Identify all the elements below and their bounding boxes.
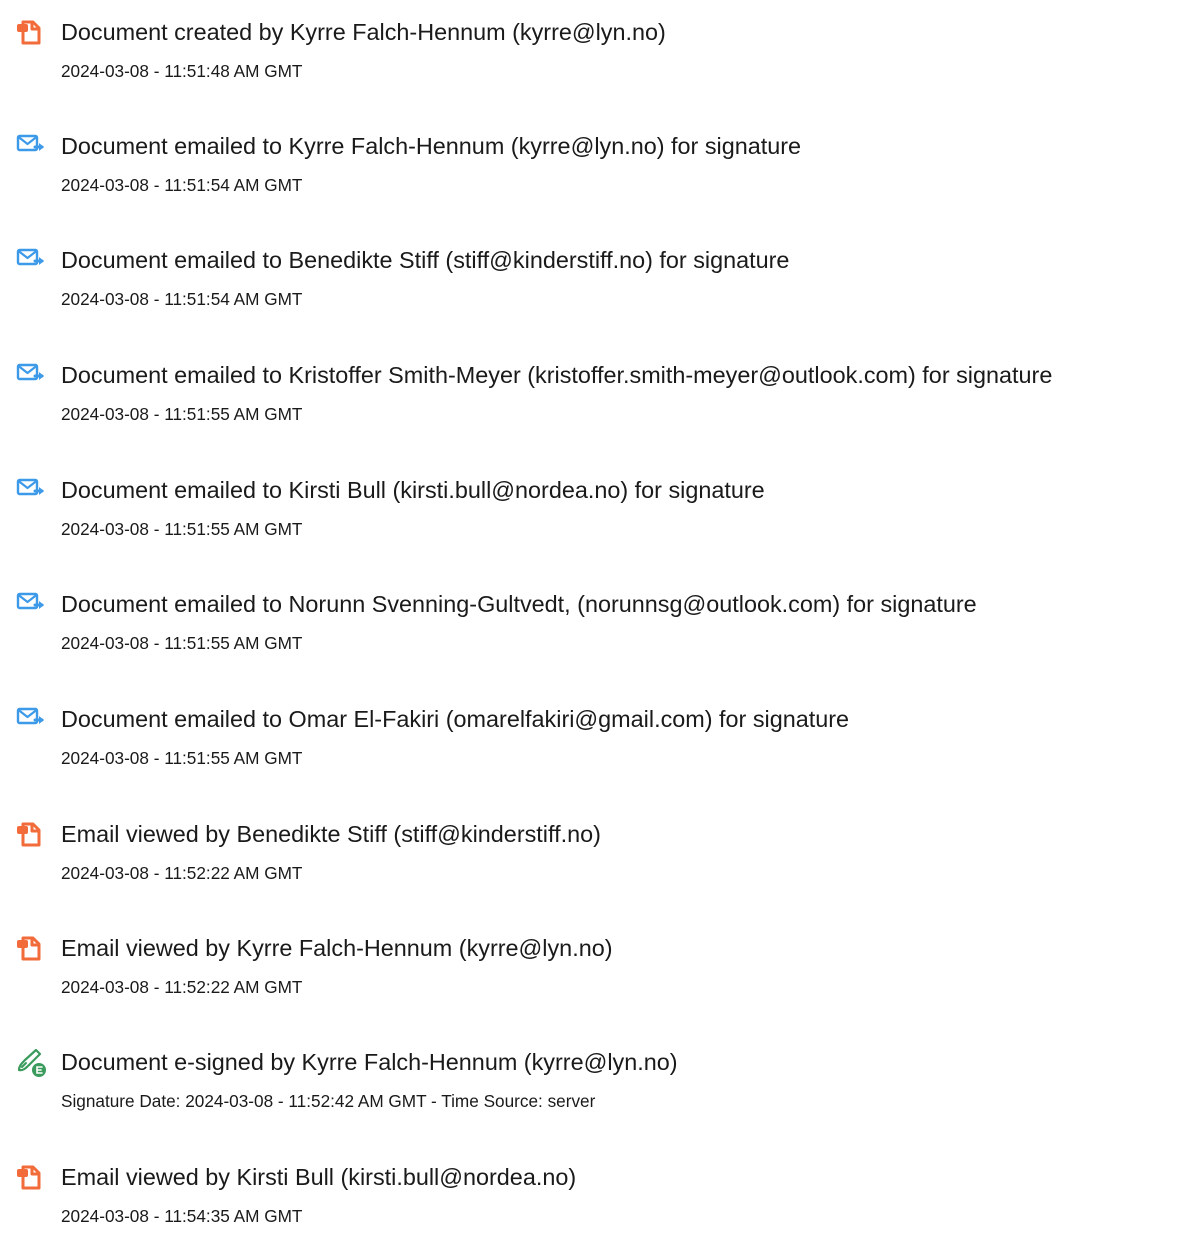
event-title: Document emailed to Kirsti Bull (kirsti.… [61,477,765,503]
event-title: Document e-signed by Kyrre Falch-Hennum … [61,1049,678,1075]
event-timestamp: 2024-03-08 - 11:51:54 AM GMT [61,289,303,309]
document-icon [14,15,48,49]
event-title: Document emailed to Norunn Svenning-Gult… [61,591,977,617]
audit-entry: Document emailed to Kyrre Falch-Hennum (… [0,129,1195,229]
event-title: Email viewed by Benedikte Stiff (stiff@k… [61,821,601,847]
audit-entry: Document emailed to Omar El-Fakiri (omar… [0,702,1195,802]
document-icon [14,931,48,965]
event-title: Document emailed to Omar El-Fakiri (omar… [61,706,850,732]
audit-entry: Document emailed to Kirsti Bull (kirsti.… [0,473,1195,573]
e-sign-icon [14,1045,48,1079]
audit-entry: Document created by Kyrre Falch-Hennum (… [0,15,1195,115]
audit-entry: Email viewed by Kyrre Falch-Hennum (kyrr… [0,931,1195,1031]
audit-trail: Document created by Kyrre Falch-Hennum (… [0,0,1195,1226]
event-title: Document emailed to Benedikte Stiff (sti… [61,247,790,273]
event-timestamp: 2024-03-08 - 11:52:22 AM GMT [61,863,303,883]
event-timestamp: 2024-03-08 - 11:54:35 AM GMT [61,1206,303,1226]
email-sent-icon [14,702,48,736]
event-title: Email viewed by Kyrre Falch-Hennum (kyrr… [61,935,613,961]
event-title: Document emailed to Kristoffer Smith-Mey… [61,362,1053,388]
event-timestamp: 2024-03-08 - 11:51:55 AM GMT [61,748,303,768]
event-timestamp: 2024-03-08 - 11:51:48 AM GMT [61,61,303,81]
email-sent-icon [14,587,48,621]
audit-entry: Document emailed to Norunn Svenning-Gult… [0,587,1195,687]
event-timestamp: 2024-03-08 - 11:51:55 AM GMT [61,519,303,539]
audit-entry: Document e-signed by Kyrre Falch-Hennum … [0,1045,1195,1145]
event-title: Email viewed by Kirsti Bull (kirsti.bull… [61,1164,577,1190]
event-timestamp: 2024-03-08 - 11:52:22 AM GMT [61,977,303,997]
event-title: Document emailed to Kyrre Falch-Hennum (… [61,133,802,159]
event-title: Document created by Kyrre Falch-Hennum (… [61,19,666,45]
document-icon [14,817,48,851]
document-icon [14,1160,48,1194]
email-sent-icon [14,473,48,507]
event-timestamp: 2024-03-08 - 11:51:55 AM GMT [61,404,303,424]
audit-entry: Email viewed by Benedikte Stiff (stiff@k… [0,817,1195,917]
event-timestamp: 2024-03-08 - 11:51:55 AM GMT [61,633,303,653]
audit-entry: Email viewed by Kirsti Bull (kirsti.bull… [0,1160,1195,1260]
audit-entry: Document emailed to Benedikte Stiff (sti… [0,243,1195,343]
email-sent-icon [14,129,48,163]
audit-entry: Document emailed to Kristoffer Smith-Mey… [0,358,1195,458]
event-timestamp: Signature Date: 2024-03-08 - 11:52:42 AM… [61,1091,596,1111]
email-sent-icon [14,243,48,277]
event-timestamp: 2024-03-08 - 11:51:54 AM GMT [61,175,303,195]
email-sent-icon [14,358,48,392]
